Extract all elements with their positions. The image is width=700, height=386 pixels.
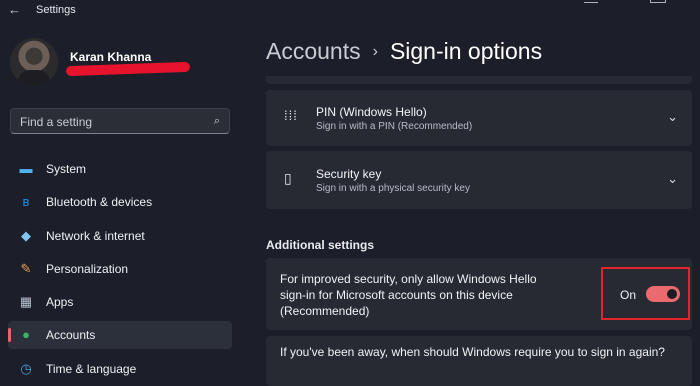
toggle-state-label: On	[620, 288, 637, 302]
avatar[interactable]	[10, 38, 58, 86]
user-name: Karan Khanna	[70, 50, 152, 64]
card-above-edge	[266, 76, 692, 84]
sidebar-item-personalization[interactable]: ✎ Personalization	[8, 255, 232, 283]
minimize-icon[interactable]	[584, 0, 598, 3]
usb-key-icon: ▯	[284, 170, 292, 186]
option-subtitle: Sign in with a PIN (Recommended)	[316, 121, 473, 132]
breadcrumb-accounts[interactable]: Accounts	[266, 38, 361, 64]
section-heading: Additional settings	[266, 238, 374, 252]
signin-option-security-key[interactable]: ▯ Security key Sign in with a physical s…	[266, 151, 692, 209]
person-icon: ●	[22, 327, 30, 342]
selection-indicator	[8, 328, 11, 342]
breadcrumb-separator: ›	[372, 43, 378, 60]
wifi-icon: ◆	[21, 228, 31, 243]
signin-option-pin[interactable]: ⁞⁞⁞ PIN (Windows Hello) Sign in with a P…	[266, 90, 692, 146]
option-subtitle: Sign in with a physical security key	[316, 183, 470, 194]
toggle-knob	[667, 289, 677, 299]
sidebar-item-label: Time & language	[46, 362, 137, 376]
chevron-down-icon[interactable]: ⌄	[667, 171, 678, 187]
sidebar-item-label: Apps	[46, 295, 74, 309]
sidebar-item-label: Accounts	[46, 328, 96, 342]
app-title: Settings	[36, 4, 76, 16]
globe-clock-icon: ◷	[20, 361, 32, 376]
bluetooth-icon: ʙ	[22, 194, 30, 209]
search-input[interactable]: Find a setting	[20, 115, 92, 129]
hello-only-toggle[interactable]	[646, 286, 680, 302]
chevron-down-icon[interactable]: ⌄	[667, 109, 678, 125]
sidebar-item-system[interactable]: ▬ System	[8, 155, 232, 183]
sidebar-item-label: Bluetooth & devices	[46, 195, 153, 209]
sidebar-item-label: System	[46, 162, 87, 176]
monitor-icon: ▬	[19, 161, 33, 176]
breadcrumb: Accounts › Sign-in options	[266, 38, 542, 65]
sidebar-item-time-language[interactable]: ◷ Time & language	[8, 355, 232, 383]
search-icon[interactable]: ⌕	[214, 115, 220, 128]
sidebar-item-network[interactable]: ◆ Network & internet	[8, 222, 232, 250]
apps-icon: ▦	[19, 294, 33, 309]
brush-icon: ✎	[20, 261, 32, 276]
sidebar-item-label: Network & internet	[46, 229, 145, 243]
sidebar-item-label: Personalization	[46, 262, 129, 276]
keypad-icon: ⁞⁞⁞	[284, 108, 298, 123]
option-title: PIN (Windows Hello)	[316, 105, 427, 119]
sidebar-item-accounts[interactable]: ● Accounts	[8, 321, 232, 349]
setting-question: If you've been away, when should Windows…	[280, 345, 665, 359]
title-bar: ← Settings	[0, 0, 700, 22]
option-title: Security key	[316, 167, 382, 181]
back-arrow-icon[interactable]: ←	[8, 2, 21, 17]
search-box[interactable]: Find a setting ⌕	[10, 108, 230, 134]
maximize-icon[interactable]	[650, 0, 666, 3]
sidebar-item-bluetooth[interactable]: ʙ Bluetooth & devices	[8, 188, 232, 216]
setting-hello-only: For improved security, only allow Window…	[266, 258, 692, 330]
setting-description: For improved security, only allow Window…	[280, 272, 537, 318]
sidebar-item-apps[interactable]: ▦ Apps	[8, 288, 232, 316]
page-title: Sign-in options	[389, 38, 543, 64]
setting-require-signin: If you've been away, when should Windows…	[266, 336, 692, 386]
